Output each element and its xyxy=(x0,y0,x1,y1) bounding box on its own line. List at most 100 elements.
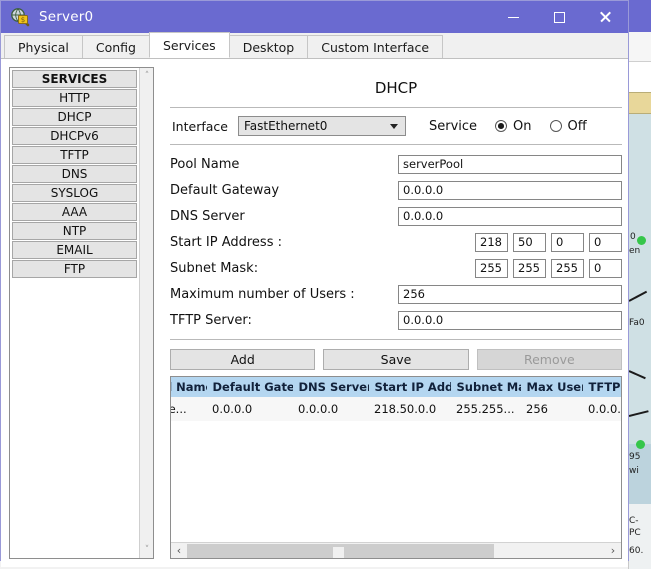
service-off-label: Off xyxy=(567,118,587,134)
tftp-server-input[interactable]: 0.0.0.0 xyxy=(398,310,622,330)
dhcp-form: Pool Name serverPool Default Gateway 0.0… xyxy=(170,145,622,333)
maximize-icon xyxy=(553,11,565,23)
tab-bar: Physical Config Services Desktop Custom … xyxy=(1,32,628,59)
default-gateway-label: Default Gateway xyxy=(170,182,280,198)
cell-start-ip: 218.50.0.0 xyxy=(369,397,451,421)
background-canvas xyxy=(629,114,651,444)
sidebar-item-tftp[interactable]: TFTP xyxy=(12,146,137,164)
cell-dns-server: 0.0.0.0 xyxy=(293,397,369,421)
divider xyxy=(170,339,622,340)
scroll-right-icon[interactable]: › xyxy=(605,543,621,559)
sidebar-item-ntp[interactable]: NTP xyxy=(12,222,137,240)
table-header: Pool Name Default Gateway DNS Server Sta… xyxy=(171,377,621,397)
table-horizontal-scrollbar[interactable]: ‹ › xyxy=(171,542,621,558)
sidebar-item-ftp[interactable]: FTP xyxy=(12,260,137,278)
dns-server-label: DNS Server xyxy=(170,208,245,224)
background-text: 0 xyxy=(630,232,636,242)
tab-physical[interactable]: Physical xyxy=(4,35,83,58)
dns-server-row: DNS Server 0.0.0.0 xyxy=(170,203,622,229)
pool-name-input[interactable]: serverPool xyxy=(398,154,622,174)
close-icon xyxy=(599,11,611,23)
sidebar-item-dns[interactable]: DNS xyxy=(12,165,137,183)
close-button[interactable] xyxy=(582,1,628,33)
maximize-button[interactable] xyxy=(536,1,582,33)
background-topology-strip: 0 en Fa0 95 wi C- PC 60. xyxy=(628,0,651,569)
background-titlebar xyxy=(629,0,651,32)
scroll-down-icon[interactable]: ˅ xyxy=(140,543,154,557)
title-bar: $ Server0 xyxy=(1,1,628,33)
tab-desktop[interactable]: Desktop xyxy=(228,35,309,58)
services-list: SERVICES HTTP DHCP DHCPv6 TFTP DNS SYSLO… xyxy=(10,68,139,558)
start-ip-octet-2[interactable]: 50 xyxy=(513,232,546,252)
col-default-gateway[interactable]: Default Gateway xyxy=(207,377,294,397)
start-ip-octet-4[interactable]: 0 xyxy=(589,232,622,252)
start-ip-label: Start IP Address : xyxy=(170,234,282,250)
background-text: 60. xyxy=(629,546,644,556)
max-users-label: Maximum number of Users : xyxy=(170,286,355,302)
subnet-mask-octet-2[interactable]: 255 xyxy=(513,258,546,278)
scroll-left-icon[interactable]: ‹ xyxy=(171,543,187,559)
default-gateway-input[interactable]: 0.0.0.0 xyxy=(398,180,622,200)
tab-custom-interface[interactable]: Custom Interface xyxy=(307,35,444,58)
subnet-mask-octet-1[interactable]: 255 xyxy=(475,258,508,278)
col-pool-name[interactable]: Pool Name xyxy=(171,377,208,397)
default-gateway-row: Default Gateway 0.0.0.0 xyxy=(170,177,622,203)
add-button[interactable]: Add xyxy=(170,349,316,370)
subnet-mask-octets: 255 255 255 0 xyxy=(475,258,622,278)
subnet-mask-octet-3[interactable]: 255 xyxy=(551,258,584,278)
background-node-icon xyxy=(637,236,646,245)
interface-label: Interface xyxy=(172,118,228,134)
interface-select[interactable]: FastEthernet0 xyxy=(237,116,406,136)
table-scroll-viewport: Pool Name Default Gateway DNS Server Sta… xyxy=(171,377,621,542)
sidebar-scrollbar[interactable]: ˄ ˅ xyxy=(139,68,153,558)
background-text: Fa0 xyxy=(629,318,645,328)
pool-name-label: Pool Name xyxy=(170,156,240,172)
sidebar-item-dhcp[interactable]: DHCP xyxy=(12,108,137,126)
minimize-button[interactable] xyxy=(490,1,536,33)
sidebar-item-aaa[interactable]: AAA xyxy=(12,203,137,221)
window-body: SERVICES HTTP DHCP DHCPv6 TFTP DNS SYSLO… xyxy=(1,59,628,567)
sidebar-item-email[interactable]: EMAIL xyxy=(12,241,137,259)
cell-default-gateway: 0.0.0.0 xyxy=(207,397,293,421)
sidebar-item-http[interactable]: HTTP xyxy=(12,89,137,107)
remove-button[interactable]: Remove xyxy=(476,349,622,370)
col-max-user[interactable]: Max User xyxy=(521,377,584,397)
action-button-row: Add Save Remove xyxy=(170,349,622,370)
start-ip-row: Start IP Address : 218 50 0 0 xyxy=(170,229,622,255)
scrollbar-track[interactable] xyxy=(187,542,605,558)
scrollbar-thumb[interactable] xyxy=(187,543,494,558)
scroll-up-icon[interactable]: ˄ xyxy=(140,69,154,83)
background-text: wi xyxy=(629,466,639,476)
tftp-server-row: TFTP Server: 0.0.0.0 xyxy=(170,307,622,333)
col-start-ip[interactable]: Start IP Address xyxy=(369,377,452,397)
start-ip-octet-1[interactable]: 218 xyxy=(475,232,508,252)
max-users-input[interactable]: 256 xyxy=(398,284,622,304)
dhcp-panel: DHCP Interface FastEthernet0 Service On … xyxy=(170,67,622,559)
col-dns-server[interactable]: DNS Server xyxy=(293,377,370,397)
cell-tftp-server: 0.0.0.0 xyxy=(583,397,621,421)
start-ip-octets: 218 50 0 0 xyxy=(475,232,622,252)
max-users-row: Maximum number of Users : 256 xyxy=(170,281,622,307)
start-ip-octet-3[interactable]: 0 xyxy=(551,232,584,252)
table-header-row: Pool Name Default Gateway DNS Server Sta… xyxy=(171,377,621,397)
save-button[interactable]: Save xyxy=(323,349,469,370)
sidebar-item-syslog[interactable]: SYSLOG xyxy=(12,184,137,202)
tab-config[interactable]: Config xyxy=(81,35,150,58)
interface-selected-value: FastEthernet0 xyxy=(243,119,328,133)
col-tftp-server[interactable]: TFTP Server xyxy=(583,377,621,397)
tftp-server-label: TFTP Server: xyxy=(170,312,252,328)
chevron-down-icon xyxy=(389,124,398,129)
col-subnet-mask[interactable]: Subnet Mask xyxy=(451,377,522,397)
dhcp-pool-table: Pool Name Default Gateway DNS Server Sta… xyxy=(170,376,622,559)
service-on-radio[interactable]: On xyxy=(495,119,532,134)
tab-services[interactable]: Services xyxy=(148,32,230,58)
background-text: en xyxy=(629,246,641,256)
server-device-window: $ Server0 Physical Config Services Deskt… xyxy=(0,0,629,567)
sidebar-item-dhcpv6[interactable]: DHCPv6 xyxy=(12,127,137,145)
dns-server-input[interactable]: 0.0.0.0 xyxy=(398,206,622,226)
services-list-header: SERVICES xyxy=(12,70,137,88)
subnet-mask-octet-4[interactable]: 0 xyxy=(589,258,622,278)
table-scroll-content: Pool Name Default Gateway DNS Server Sta… xyxy=(171,377,621,421)
table-row[interactable]: serve... 0.0.0.0 0.0.0.0 218.50.0.0 255.… xyxy=(171,397,621,421)
service-off-radio[interactable]: Off xyxy=(549,118,587,134)
